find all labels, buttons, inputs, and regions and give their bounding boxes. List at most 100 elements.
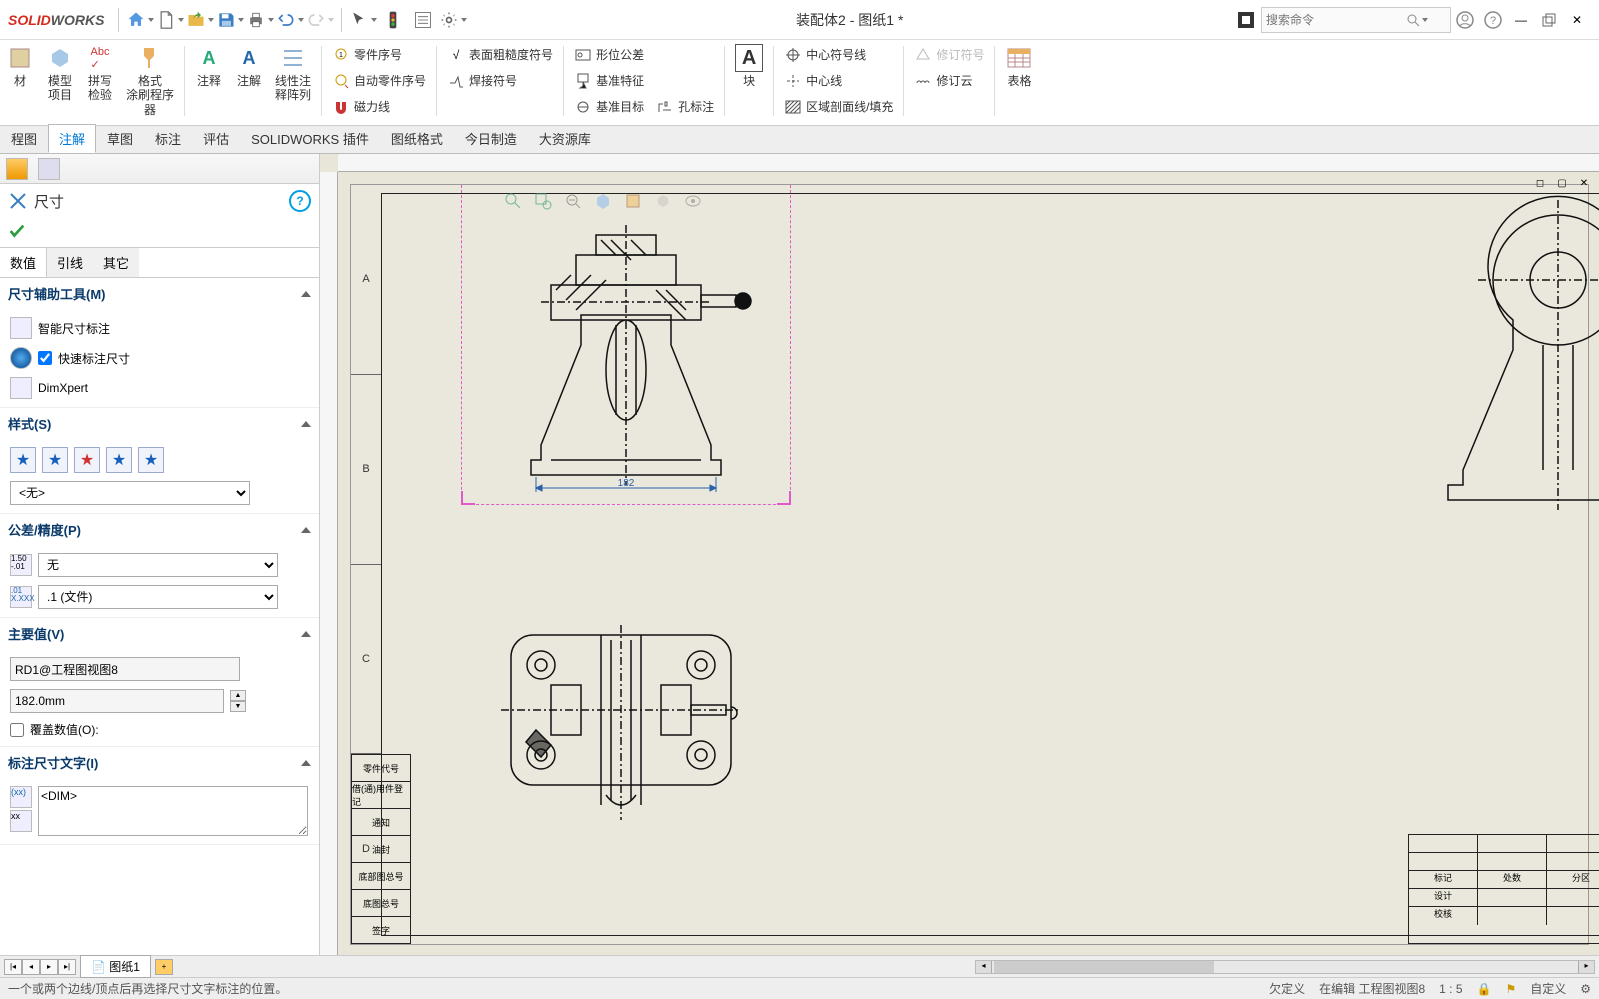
tab-markup[interactable]: 标注 [144, 124, 192, 153]
rb-table[interactable]: 表格 [999, 40, 1039, 92]
status-custom[interactable]: 自定义 [1530, 980, 1566, 997]
search-box[interactable] [1261, 7, 1451, 33]
rb-datum[interactable]: 基准特征 [568, 68, 650, 94]
sheet-first[interactable]: |◂ [4, 959, 22, 975]
row-dimxpert[interactable]: DimXpert [10, 373, 309, 403]
btn-xx2[interactable]: xx [10, 810, 32, 832]
cb-override[interactable] [10, 723, 24, 737]
rb-annotation[interactable]: A注解 [229, 40, 269, 92]
sheet-last[interactable]: ▸| [58, 959, 76, 975]
view-close-icon[interactable]: ✕ [1575, 174, 1593, 192]
rb-spell[interactable]: Abc✓拼写检验 [80, 40, 120, 107]
drawing-canvas[interactable]: ABCD [320, 154, 1599, 955]
sec-primary[interactable]: 主要值(V) [0, 618, 319, 649]
tol-select[interactable]: 无 [38, 553, 278, 577]
rb-magnetic[interactable]: 磁力线 [326, 94, 432, 120]
pm-icon-1[interactable] [6, 158, 28, 180]
row-quick-dim[interactable]: 快速标注尺寸 [10, 343, 309, 373]
style-btn-2[interactable]: ★ [42, 447, 68, 473]
eye-icon[interactable] [681, 189, 705, 213]
status-lock-icon[interactable]: 🔒 [1477, 982, 1492, 996]
redo-icon[interactable] [305, 5, 335, 35]
sheet-prev[interactable]: ◂ [22, 959, 40, 975]
prim-val-input[interactable] [10, 689, 224, 713]
h-scrollbar[interactable]: ◂ ▸ [975, 960, 1595, 974]
zoom-prev-icon[interactable] [561, 189, 585, 213]
pm-ok-button[interactable] [0, 218, 319, 247]
home-icon[interactable] [125, 5, 155, 35]
rb-rev-cloud[interactable]: 修订云 [908, 68, 990, 94]
pm-icon-2[interactable] [38, 158, 60, 180]
prec-select[interactable]: .1 (文件) [38, 585, 278, 609]
minimize-button[interactable]: — [1507, 6, 1535, 34]
style-btn-4[interactable]: ★ [106, 447, 132, 473]
restore-button[interactable] [1535, 6, 1563, 34]
cb-quick-dim[interactable] [38, 351, 52, 365]
view-restore-icon[interactable]: ◻ [1531, 174, 1549, 192]
traffic-icon[interactable] [378, 5, 408, 35]
options-box-icon[interactable] [1231, 5, 1261, 35]
print-icon[interactable] [245, 5, 275, 35]
zoom-area-icon[interactable] [531, 189, 555, 213]
save-icon[interactable] [215, 5, 245, 35]
tab-annotation[interactable]: 注解 [48, 124, 96, 153]
rb-block[interactable]: A块 [729, 40, 769, 92]
hide-show-icon[interactable] [651, 189, 675, 213]
rb-centerline[interactable]: 中心线 [778, 68, 899, 94]
tab-today[interactable]: 今日制造 [454, 124, 528, 153]
rb-surface-finish[interactable]: √表面粗糙度符号 [441, 42, 559, 68]
user-icon[interactable] [1451, 6, 1479, 34]
pm-help-icon[interactable]: ? [289, 190, 311, 212]
style-btn-5[interactable]: ★ [138, 447, 164, 473]
tab-drawing[interactable]: 程图 [0, 124, 48, 153]
open-icon[interactable] [185, 5, 215, 35]
sec-dim-tools[interactable]: 尺寸辅助工具(M) [0, 278, 319, 309]
style-select[interactable]: <无> [10, 481, 250, 505]
view-max-icon[interactable]: ▢ [1553, 174, 1571, 192]
rb-note[interactable]: A注释 [189, 40, 229, 92]
sec-dim-text[interactable]: 标注尺寸文字(I) [0, 747, 319, 778]
gear-icon[interactable] [438, 5, 468, 35]
status-gear-icon[interactable]: ⚙ [1580, 982, 1591, 996]
tab-addins[interactable]: SOLIDWORKS 插件 [240, 124, 380, 153]
style-btn-1[interactable]: ★ [10, 447, 36, 473]
tab-sketch[interactable]: 草图 [96, 124, 144, 153]
rb-model-items[interactable]: 模型项目 [40, 40, 80, 107]
tab-resources[interactable]: 大资源库 [528, 124, 602, 153]
rb-balloon[interactable]: 1零件序号 [326, 42, 432, 68]
rb-hole-callout[interactable]: 孔标注 [650, 94, 720, 120]
spin-up[interactable]: ▲ [230, 690, 246, 701]
rb-datum-target[interactable]: 基准目标 [568, 94, 650, 120]
zoom-fit-icon[interactable] [501, 189, 525, 213]
rb-gtol[interactable]: 形位公差 [568, 42, 650, 68]
section-icon[interactable] [591, 189, 615, 213]
rb-material[interactable]: 材 [0, 40, 40, 92]
dim-text-area[interactable]: <DIM> [38, 786, 308, 836]
list-icon[interactable] [408, 5, 438, 35]
prim-name-input[interactable] [10, 657, 240, 681]
rb-center-mark[interactable]: 中心符号线 [778, 42, 899, 68]
rb-linear-pattern[interactable]: 线性注释阵列 [269, 40, 317, 107]
pm-tab-value[interactable]: 数值 [0, 248, 47, 277]
rb-format-painter[interactable]: 格式涂刷程序器 [120, 40, 180, 121]
sec-style[interactable]: 样式(S) [0, 408, 319, 439]
sec-tolerance[interactable]: 公差/精度(P) [0, 514, 319, 545]
btn-xx1[interactable]: (xx) [10, 786, 32, 808]
search-input[interactable] [1266, 13, 1406, 27]
row-smart-dim[interactable]: 智能尺寸标注 [10, 313, 309, 343]
select-icon[interactable] [348, 5, 378, 35]
tab-sheet-format[interactable]: 图纸格式 [380, 124, 454, 153]
rb-auto-balloon[interactable]: 自动零件序号 [326, 68, 432, 94]
sheet-add[interactable]: + [155, 959, 173, 975]
status-flag-icon[interactable]: ⚑ [1505, 982, 1516, 996]
spin-down[interactable]: ▼ [230, 701, 246, 712]
sheet-next[interactable]: ▸ [40, 959, 58, 975]
pm-tab-other[interactable]: 其它 [93, 248, 139, 277]
undo-icon[interactable] [275, 5, 305, 35]
rb-hatch[interactable]: 区域剖面线/填充 [778, 94, 899, 120]
close-button[interactable]: ✕ [1563, 6, 1591, 34]
new-doc-icon[interactable] [155, 5, 185, 35]
status-scale[interactable]: 1 : 5 [1439, 982, 1462, 996]
pm-tab-leaders[interactable]: 引线 [47, 248, 93, 277]
style-btn-3[interactable]: ★ [74, 447, 100, 473]
